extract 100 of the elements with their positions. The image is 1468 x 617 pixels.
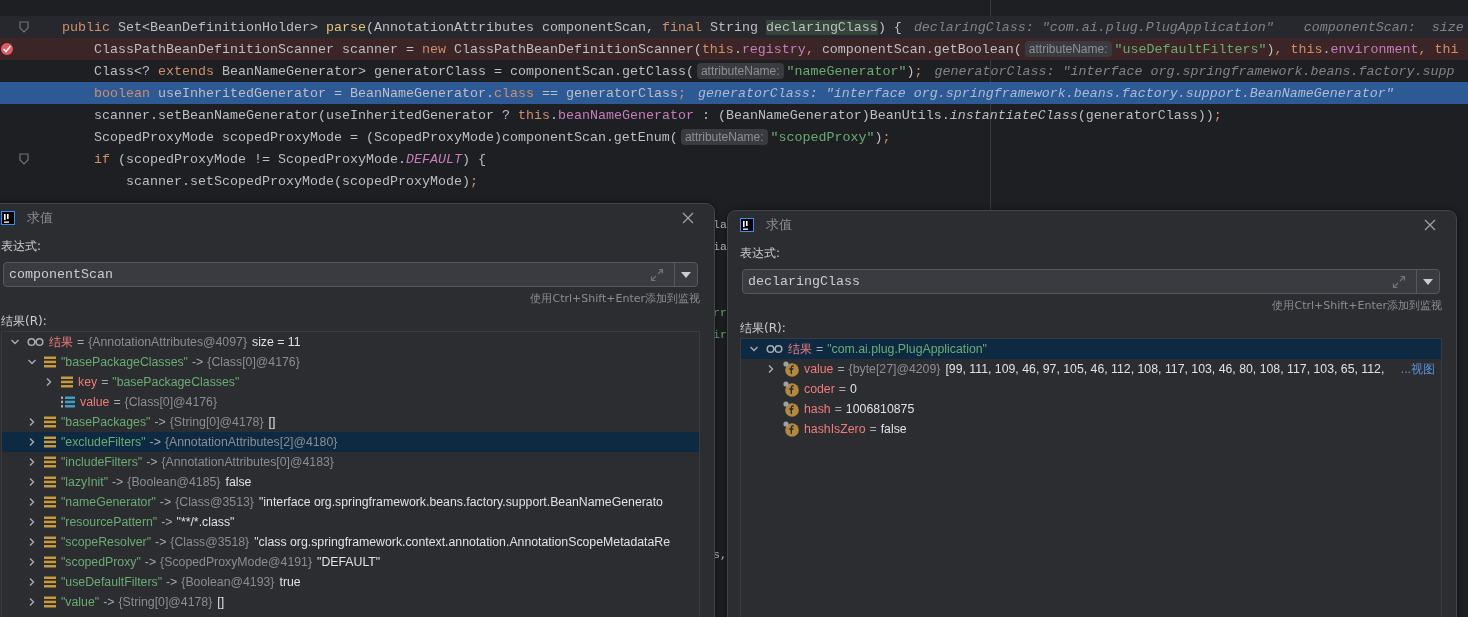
parameter-hint: attributeName: xyxy=(696,63,784,79)
chevron-right-icon[interactable] xyxy=(27,417,37,427)
chevron-right-icon[interactable] xyxy=(44,377,54,387)
tree-row[interactable]: coder = 0 xyxy=(741,379,1441,399)
code-text: "useDefaultFilters"), this.environment, thi xyxy=(1114,41,1459,57)
field-icon xyxy=(783,421,799,437)
list-icon xyxy=(61,396,75,408)
chevron-right-icon[interactable] xyxy=(27,517,37,527)
app-icon xyxy=(1,210,15,225)
tree-row[interactable]: "scopedProxy" -> {ScopedProxyMode@4191} "DEFAULT" xyxy=(2,552,699,572)
chevron-right-icon[interactable] xyxy=(27,597,37,607)
breakpoint-icon[interactable] xyxy=(0,42,14,56)
tree-row[interactable]: value = {Class[0]@4176} xyxy=(2,392,699,412)
inline-value-hint: declaringClass: "com.ai.plug.PlugApplication" xyxy=(913,19,1274,35)
tree-row[interactable]: "scopeResolver" -> {Class@3518} "class org.springframework.context.annotation.AnnotationScopeMetadataRe xyxy=(2,532,699,552)
field-icon xyxy=(783,401,799,417)
entry-icon xyxy=(44,356,56,368)
node-text: "nameGenerator" -> {Class@3513} "interface org.springframework.beans.factory.support.BeanNameGenerato xyxy=(61,495,663,509)
input-field[interactable]: declaringClass xyxy=(742,269,1440,294)
code-text: "scopedProxy"); xyxy=(770,129,891,145)
tree-row[interactable]: "basePackages" -> {String[0]@4178} [] xyxy=(2,412,699,432)
code-text: ScopedProxyMode scopedProxyMode = (ScopedProxyMode)componentScan.getEnum( xyxy=(93,129,678,145)
code-text: scanner.setBeanNameGenerator(useInheritedGenerator ? this.beanNameGenerator : (BeanNameGenerator)BeanUtils.instantiateClass(generatorClass)); xyxy=(93,107,1222,123)
entry-icon xyxy=(44,576,56,588)
view-link[interactable]: ...视图 xyxy=(1400,360,1441,378)
entry-icon xyxy=(44,436,56,448)
dialog-title: 求值 xyxy=(766,215,792,234)
entry-icon xyxy=(44,516,56,528)
tree-row[interactable]: 结果 = "com.ai.plug.PlugApplication" xyxy=(741,339,1441,359)
code-text: boolean useInheritedGenerator = BeanNameGenerator.class == generatorClass; xyxy=(93,85,686,101)
caret-icon[interactable] xyxy=(1423,278,1433,285)
chevron-down-icon[interactable] xyxy=(749,344,759,354)
chevron-right-icon[interactable] xyxy=(27,477,37,487)
node-text: coder = 0 xyxy=(804,382,857,396)
node-text: "lazyInit" -> {Boolean@4185} false xyxy=(61,475,252,489)
entry-icon xyxy=(44,456,56,468)
tree-row[interactable]: value = {byte[27]@4209} [99, 111, 109, 46, 97, 105, 46, 112, 108, 117, 103, 46, 80, 108, 117, 103, 65, 112, ...视图 xyxy=(741,359,1441,379)
inline-value-hint: generatorClass: "interface org.springframework.beans.factory.supp xyxy=(934,63,1455,79)
inline-value-hint: generatorClass: "interface org.springframework.beans.factory.support.BeanNameGenerator" xyxy=(697,85,1394,101)
node-text: value = {Class[0]@4176} xyxy=(80,395,219,409)
chevron-right-icon[interactable] xyxy=(27,437,37,447)
chevron-right-icon[interactable] xyxy=(27,537,37,547)
tree-row[interactable]: "nameGenerator" -> {Class@3513} "interface org.springframework.beans.factory.support.BeanNameGenerato xyxy=(2,492,699,512)
tree-row[interactable]: hashIsZero = false xyxy=(741,419,1441,439)
tree-row[interactable]: "basePackageClasses" -> {Class[0]@4176} xyxy=(2,352,699,372)
tree-row[interactable]: "includeFilters" -> {AnnotationAttributes[0]@4183} xyxy=(2,452,699,472)
chevron-down-icon[interactable] xyxy=(27,357,37,367)
node-text: key = "basePackageClasses" xyxy=(78,375,240,389)
fold-icon[interactable] xyxy=(19,21,29,33)
node-text: 结果 = {AnnotationAttributes@4097} size = 11 xyxy=(49,333,301,351)
tree-row[interactable]: "resourcePattern" -> "**/*.class" xyxy=(2,512,699,532)
entry-icon xyxy=(44,596,56,608)
node-text: "scopedProxy" -> {ScopedProxyMode@4191} "DEFAULT" xyxy=(61,555,381,569)
parameter-hint: attributeName: xyxy=(680,129,768,145)
code-text: ir xyxy=(713,327,727,343)
node-text: hashIsZero = false xyxy=(804,422,907,436)
chevron-down-icon[interactable] xyxy=(10,337,20,347)
node-text: 结果 = "com.ai.plug.PlugApplication" xyxy=(788,340,987,358)
chevron-right-icon[interactable] xyxy=(766,364,776,374)
tree-row[interactable]: hash = 1006810875 xyxy=(741,399,1441,419)
tree-row[interactable]: key = "basePackageClasses" xyxy=(2,372,699,392)
tree-row[interactable]: "useDefaultFilters" -> {Boolean@4193} true xyxy=(2,572,699,592)
node-text: value = {byte[27]@4209} [99, 111, 109, 46, 97, 105, 46, 112, 108, 117, 103, 46, 80, 108, 117, 103, 65, 112, xyxy=(804,362,1385,376)
entry-icon xyxy=(44,416,56,428)
node-text: "excludeFilters" -> {AnnotationAttributes[2]@4180} xyxy=(61,435,339,449)
node-text: "basePackageClasses" -> {Class[0]@4176} xyxy=(61,355,301,369)
entry-icon xyxy=(44,496,56,508)
input-field[interactable]: componentScan xyxy=(3,262,698,287)
parameter-hint: attributeName: xyxy=(1024,41,1112,57)
field-label: 结果(R): xyxy=(740,320,787,337)
caret-icon[interactable] xyxy=(681,271,691,278)
chevron-right-icon[interactable] xyxy=(27,457,37,467)
inline-value-hint: componentScan: size xyxy=(1303,19,1464,35)
tree-row[interactable]: "lazyInit" -> {Boolean@4185} false xyxy=(2,472,699,492)
tree-row[interactable]: "value" -> {String[0]@4178} [] xyxy=(2,592,699,612)
code-text: "nameGenerator"); xyxy=(786,63,923,79)
node-text: hash = 1006810875 xyxy=(804,402,915,416)
field-label: 结果(R): xyxy=(1,313,48,330)
chevron-right-icon[interactable] xyxy=(27,557,37,567)
code-text: scanner.setScopedProxyMode(scopedProxyMode); xyxy=(125,173,478,189)
tree-row[interactable]: 结果 = {AnnotationAttributes@4097} size = 11 xyxy=(2,332,699,352)
code-text: Class<? extends BeanNameGenerator> generatorClass = componentScan.getClass( xyxy=(93,63,694,79)
code-text: ClassPathBeanDefinitionScanner scanner = new ClassPathBeanDefinitionScanner(this.registry, componentScan.getBoolean( xyxy=(93,41,1022,57)
fold-icon[interactable] xyxy=(19,153,29,165)
tree-row[interactable]: "excludeFilters" -> {AnnotationAttributes[2]@4180} xyxy=(2,432,699,452)
node-text: "scopeResolver" -> {Class@3518} "class org.springframework.context.annotation.AnnotationScopeMetadataRe xyxy=(61,535,671,549)
node-text: "basePackages" -> {String[0]@4178} [] xyxy=(61,415,276,429)
field-icon xyxy=(783,381,799,397)
node-text: "includeFilters" -> {AnnotationAttributes[0]@4183} xyxy=(61,455,335,469)
node-text: "resourcePattern" -> "**/*.class" xyxy=(61,515,235,529)
node-text: "useDefaultFilters" -> {Boolean@4193} true xyxy=(61,575,301,589)
entry-icon xyxy=(44,476,56,488)
app-icon xyxy=(740,217,754,232)
chevron-right-icon[interactable] xyxy=(27,577,37,587)
field-icon xyxy=(783,361,799,377)
shortcut-hint: 使用Ctrl+Shift+Enter添加到监视 xyxy=(1271,298,1442,314)
dialog-title: 求值 xyxy=(27,208,53,227)
entry-icon xyxy=(44,536,56,548)
chevron-right-icon[interactable] xyxy=(27,497,37,507)
code-text: la xyxy=(713,217,727,233)
